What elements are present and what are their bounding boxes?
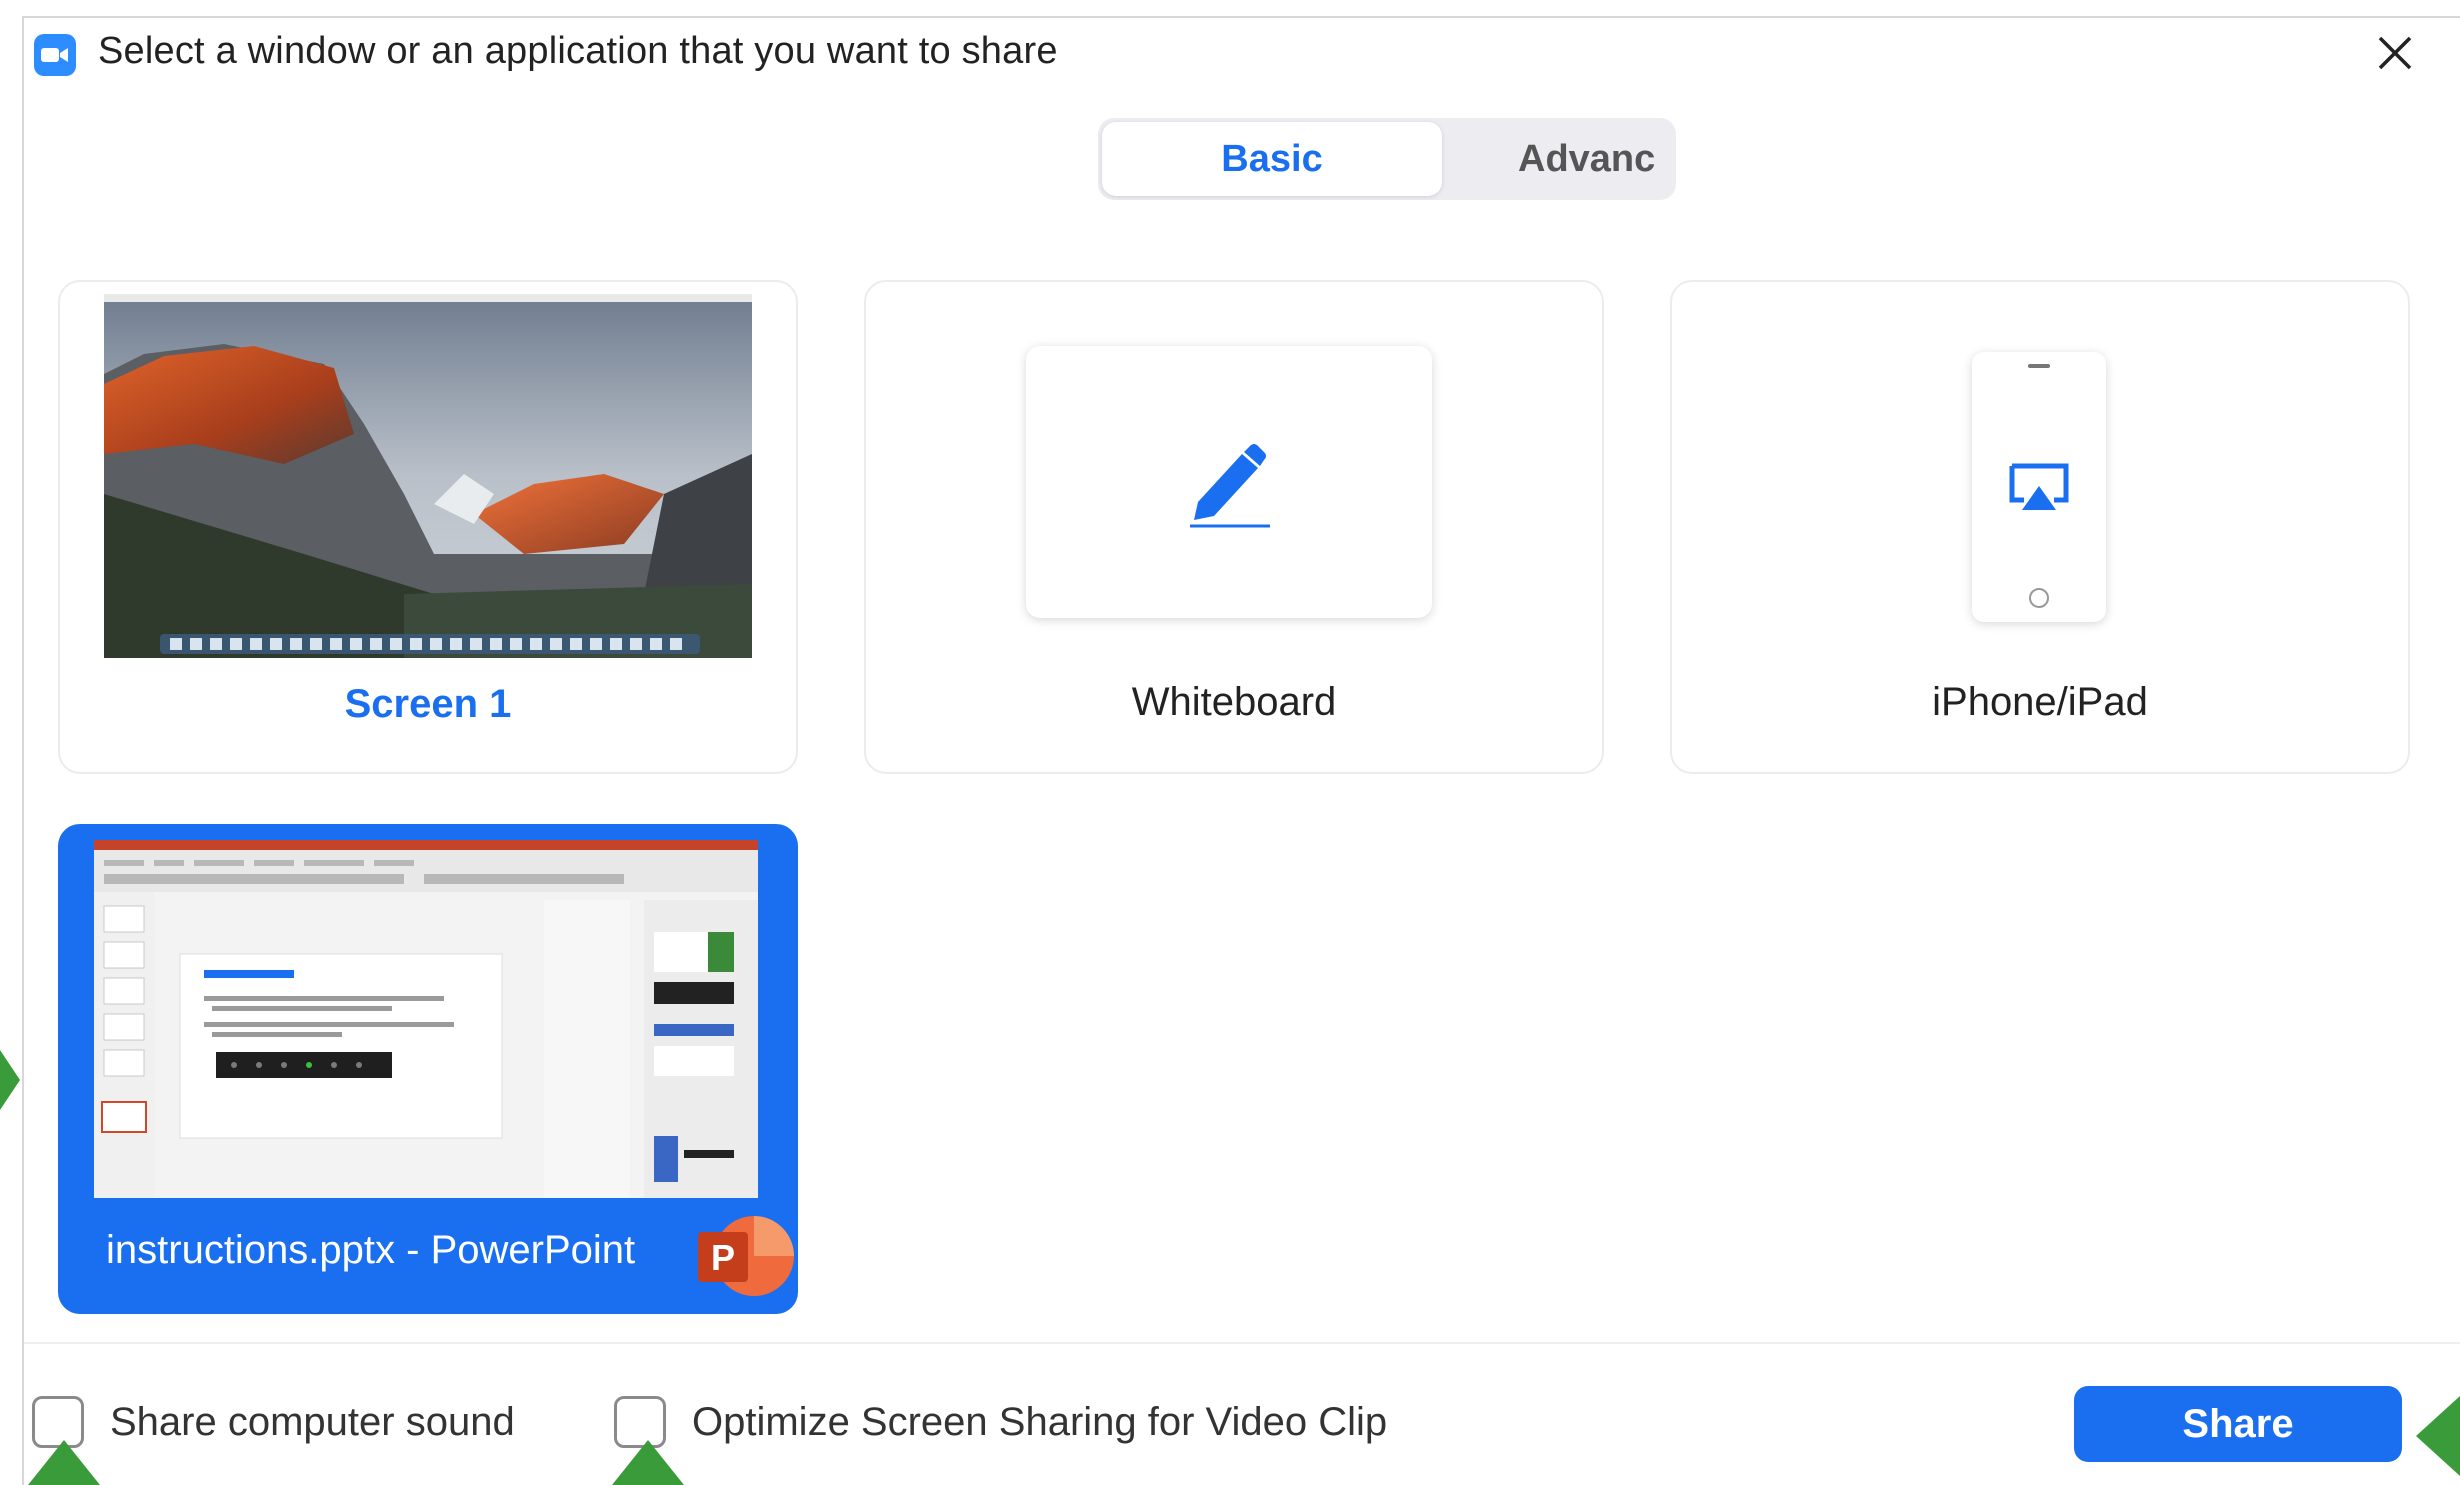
screen-1-label: Screen 1: [344, 682, 512, 726]
title-bar: Select a window or an application that y…: [24, 18, 2460, 82]
close-button[interactable]: [2370, 28, 2420, 78]
airplay-icon: [2009, 463, 2069, 510]
pencil-icon: [1190, 444, 1270, 528]
iphone-ipad-label: iPhone/iPad: [1932, 680, 2148, 724]
desktop-thumbnail: [104, 294, 752, 658]
share-screen-dialog: Select a window or an application that y…: [22, 16, 2460, 1485]
zoom-camera-icon: [34, 34, 76, 76]
annotation-arrow-up-sound: [28, 1440, 100, 1485]
close-icon: [2378, 36, 2412, 70]
phone-thumbnail: [1972, 352, 2106, 622]
share-source-whiteboard[interactable]: Whiteboard: [864, 280, 1604, 774]
share-source-powerpoint-window[interactable]: instructions.pptx - PowerPoint P: [58, 824, 798, 1314]
powerpoint-icon-letter: P: [711, 1237, 735, 1278]
share-computer-sound-label: Share computer sound: [110, 1399, 515, 1444]
powerpoint-thumbnail: [94, 840, 758, 1198]
tab-advanced[interactable]: Advanc: [1518, 118, 1676, 200]
annotation-arrow-right: [0, 1050, 20, 1110]
whiteboard-thumbnail: [1026, 346, 1432, 618]
optimize-video-clip-label: Optimize Screen Sharing for Video Clip: [692, 1399, 1388, 1444]
share-source-iphone-ipad[interactable]: iPhone/iPad: [1670, 280, 2410, 774]
share-computer-sound-option[interactable]: Share computer sound: [32, 1392, 515, 1452]
share-source-screen-1[interactable]: Screen 1: [58, 280, 798, 774]
tab-basic[interactable]: Basic: [1102, 122, 1442, 196]
phone-speaker: [2028, 364, 2050, 368]
phone-home-button: [2029, 588, 2049, 608]
annotation-arrow-up-optimize: [612, 1440, 684, 1485]
footer-divider: [24, 1342, 2460, 1344]
annotation-arrow-left-share: [2416, 1396, 2460, 1476]
optimize-video-clip-option[interactable]: Optimize Screen Sharing for Video Clip: [614, 1392, 1387, 1452]
whiteboard-label: Whiteboard: [1131, 680, 1337, 724]
share-button[interactable]: Share: [2074, 1386, 2402, 1462]
powerpoint-icon: P: [698, 1216, 794, 1296]
powerpoint-window-label: instructions.pptx - PowerPoint: [106, 1228, 636, 1272]
share-mode-tabs: Basic Advanc: [1098, 118, 1676, 200]
dialog-title: Select a window or an application that y…: [98, 30, 1058, 72]
